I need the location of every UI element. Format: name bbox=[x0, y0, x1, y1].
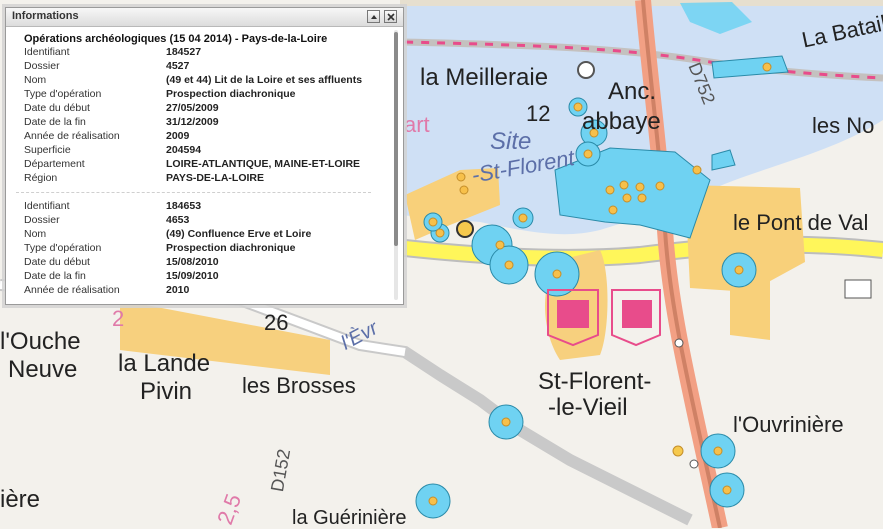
map-label-pivin: Pivin bbox=[140, 378, 193, 405]
info-panel-header[interactable]: Informations bbox=[6, 8, 403, 27]
field-value: Prospection diachronique bbox=[166, 242, 296, 254]
field-value: Prospection diachronique bbox=[166, 88, 296, 100]
field-label: Date du début bbox=[24, 256, 90, 268]
field-value: 31/12/2009 bbox=[166, 116, 219, 128]
map-label-la-lande: la Lande bbox=[118, 350, 211, 377]
map-label-anc: Anc. bbox=[608, 78, 657, 105]
field-value: 2010 bbox=[166, 284, 190, 296]
close-button[interactable] bbox=[384, 10, 397, 23]
record-separator bbox=[16, 192, 371, 193]
map-label-two-left: 2 bbox=[112, 306, 125, 331]
field-label: Département bbox=[24, 158, 85, 170]
map-label-twenty-six: 26 bbox=[264, 310, 289, 335]
field-label: Date de la fin bbox=[24, 270, 86, 282]
map-label-les-no: les No bbox=[812, 113, 875, 138]
field-label: Région bbox=[24, 172, 58, 184]
field-row: Nom (49) Confluence Erve et Loire bbox=[24, 227, 389, 241]
field-label: Identifiant bbox=[24, 200, 70, 212]
field-row: Dossier 4527 bbox=[24, 59, 389, 73]
info-panel-title: Informations bbox=[12, 10, 79, 22]
field-value: LOIRE-ATLANTIQUE, MAINE-ET-LOIRE bbox=[166, 158, 361, 170]
field-row: Superficie 204594 bbox=[24, 143, 389, 157]
field-label: Date du début bbox=[24, 102, 90, 114]
map-label-iere: ière bbox=[0, 486, 41, 513]
field-row: Région PAYS-DE-LA-LOIRE bbox=[24, 171, 389, 185]
map-label-art: art bbox=[404, 112, 430, 137]
field-label: Superficie bbox=[24, 144, 71, 156]
field-value: (49 et 44) Lit de la Loire et ses afflue… bbox=[166, 74, 363, 86]
field-value: 15/09/2010 bbox=[166, 270, 219, 282]
map-label-les-brosses: les Brosses bbox=[242, 373, 356, 398]
field-row: Date de la fin 15/09/2010 bbox=[24, 269, 389, 283]
field-value: 4653 bbox=[166, 214, 190, 226]
field-row: Date du début 15/08/2010 bbox=[24, 255, 389, 269]
info-panel[interactable]: Informations Opérations archéologiques (… bbox=[5, 7, 404, 305]
close-icon bbox=[387, 13, 395, 21]
map-label-l-ouvriniere: l'Ouvrinière bbox=[733, 412, 844, 437]
field-row: Type d'opération Prospection diachronique bbox=[24, 87, 389, 101]
field-row: Date du début 27/05/2009 bbox=[24, 101, 389, 115]
field-label: Identifiant bbox=[24, 46, 70, 58]
field-label: Date de la fin bbox=[24, 116, 86, 128]
field-label: Nom bbox=[24, 228, 47, 240]
field-row: Identifiant 184653 bbox=[24, 199, 389, 213]
field-value: PAYS-DE-LA-LOIRE bbox=[166, 172, 265, 184]
field-label: Dossier bbox=[24, 60, 60, 72]
map-label-la-gueriniere: la Guérinière bbox=[292, 507, 407, 529]
field-value: 15/08/2010 bbox=[166, 256, 219, 268]
field-value: 27/05/2009 bbox=[166, 102, 219, 114]
chevron-up-icon bbox=[371, 15, 377, 19]
map-label-la-meilleraie: la Meilleraie bbox=[420, 64, 549, 91]
field-row: Identifiant 184527 bbox=[24, 45, 389, 59]
field-row: Type d'opération Prospection diachronique bbox=[24, 241, 389, 255]
field-value: 184653 bbox=[166, 200, 202, 212]
field-value: 204594 bbox=[166, 144, 202, 156]
map-label-st-florent: St-Florent- bbox=[538, 368, 652, 395]
field-row: Année de réalisation 2010 bbox=[24, 283, 389, 297]
field-value: 4527 bbox=[166, 60, 190, 72]
field-value: (49) Confluence Erve et Loire bbox=[166, 228, 312, 240]
field-value: 184527 bbox=[166, 46, 202, 58]
field-label: Dossier bbox=[24, 214, 60, 226]
field-label: Type d'opération bbox=[24, 242, 102, 254]
scrollbar-thumb[interactable] bbox=[394, 32, 398, 246]
records-header: Opérations archéologiques (15 04 2014) -… bbox=[24, 33, 328, 45]
field-label: Année de réalisation bbox=[24, 130, 120, 142]
field-value: 2009 bbox=[166, 130, 190, 142]
map-label-twelve: 12 bbox=[526, 101, 551, 126]
map-label-abbaye: abbaye bbox=[582, 108, 661, 135]
record-1: Identifiant 184527 Dossier 4527 Nom (49 et … bbox=[6, 45, 389, 185]
map-label-neuve: Neuve bbox=[8, 356, 78, 383]
field-row: Date de la fin 31/12/2009 bbox=[24, 115, 389, 129]
map-label-site: Site bbox=[490, 128, 532, 155]
map-label-l-ouche: l'Ouche bbox=[0, 328, 81, 355]
field-row: Année de réalisation 2009 bbox=[24, 129, 389, 143]
info-panel-body[interactable]: Opérations archéologiques (15 04 2014) -… bbox=[6, 27, 389, 304]
field-row: Département LOIRE-ATLANTIQUE, MAINE-ET-LO… bbox=[24, 157, 389, 171]
info-panel-scrollbar[interactable] bbox=[394, 30, 398, 300]
field-row: Dossier 4653 bbox=[24, 213, 389, 227]
field-label: Type d'opération bbox=[24, 88, 102, 100]
field-row: Nom (49 et 44) Lit de la Loire et ses aff… bbox=[24, 73, 389, 87]
minimize-button[interactable] bbox=[367, 10, 380, 23]
field-label: Année de réalisation bbox=[24, 284, 120, 296]
record-2: Identifiant 184653 Dossier 4653 Nom (49) Co… bbox=[6, 199, 389, 297]
map-label-le-pont-de-val: le Pont de Val bbox=[733, 210, 869, 235]
map-label-le-vieil: -le-Vieil bbox=[548, 394, 628, 421]
field-label: Nom bbox=[24, 74, 47, 86]
